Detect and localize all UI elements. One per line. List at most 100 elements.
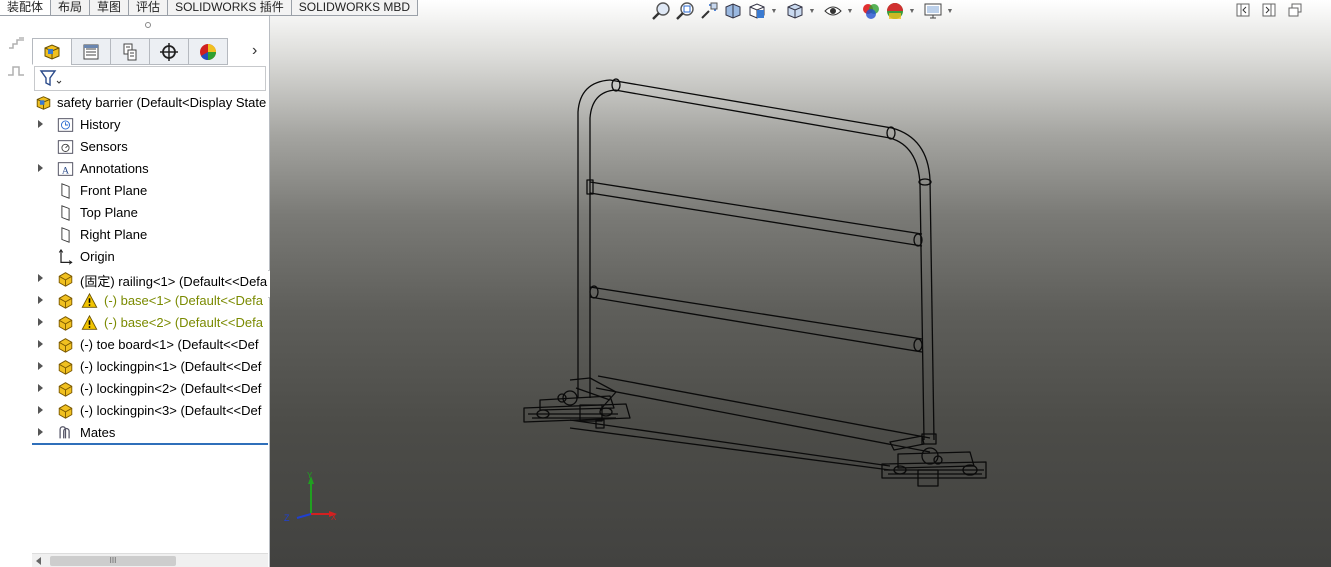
mates-icon: [59, 426, 70, 439]
tab-evaluate[interactable]: 评估: [128, 0, 169, 16]
tree-item[interactable]: Origin: [32, 246, 268, 268]
view-orientation-icon[interactable]: [746, 1, 768, 21]
expand-toggle[interactable]: [38, 296, 43, 304]
tree-item[interactable]: Sensors: [32, 136, 268, 158]
part-icon: [58, 338, 73, 353]
triad-x-label: X: [331, 513, 337, 522]
tree-item-label: (固定) railing<1> (Default<<Defa: [80, 274, 268, 289]
sensors-icon: [57, 140, 74, 154]
triad-y-label: Y: [307, 472, 313, 480]
origin-icon: [58, 248, 73, 265]
tab-solidworks-addins[interactable]: SOLIDWORKS 插件: [167, 0, 292, 16]
scroll-thumb[interactable]: III: [50, 556, 176, 566]
dock-left-icon[interactable]: [1236, 3, 1250, 17]
history-icon: [57, 118, 74, 132]
expand-toggle[interactable]: [38, 318, 43, 326]
expand-toggle[interactable]: [38, 384, 43, 392]
tree-item[interactable]: (固定) railing<1> (Default<<Defa: [32, 268, 268, 290]
tree-item-label: Top Plane: [80, 205, 138, 220]
task-strip: [0, 16, 32, 567]
tree-item-label: Sensors: [80, 139, 128, 154]
filter-icon[interactable]: [39, 69, 63, 89]
part-icon: [58, 272, 73, 287]
view-settings-icon[interactable]: [922, 1, 944, 21]
hide-show-dropdown[interactable]: ▼: [846, 1, 854, 21]
tree-root[interactable]: safety barrier (Default<Display State: [32, 92, 268, 114]
part-icon: [58, 360, 73, 375]
tree-filter[interactable]: [34, 66, 266, 91]
tab-layout[interactable]: 布局: [50, 0, 91, 16]
configuration-manager-icon: [123, 43, 137, 60]
apply-scene-dropdown[interactable]: ▼: [908, 1, 916, 21]
tree-root-label: safety barrier (Default<Display State: [57, 95, 267, 110]
panel-handle[interactable]: [145, 22, 151, 28]
tab-assembly[interactable]: 装配体: [0, 0, 52, 16]
tab-solidworks-mbd[interactable]: SOLIDWORKS MBD: [290, 0, 419, 16]
expand-toggle[interactable]: [38, 274, 43, 282]
tree-item[interactable]: Front Plane: [32, 180, 268, 202]
part-icon: [58, 316, 73, 331]
part-icon: [58, 404, 73, 419]
tree-item[interactable]: A Annotations: [32, 158, 268, 180]
zoom-to-area-icon[interactable]: [674, 1, 696, 21]
plane-icon: [61, 205, 70, 221]
tab-configuration-manager[interactable]: [110, 38, 150, 65]
horizontal-scrollbar[interactable]: III: [32, 553, 268, 567]
tree-item[interactable]: (-) base<2> (Default<<Defa: [32, 312, 268, 334]
tab-featuremanager-tree[interactable]: [32, 38, 72, 65]
tree-item[interactable]: History: [32, 114, 268, 136]
tab-sketch[interactable]: 草图: [89, 0, 130, 16]
more-tabs-button[interactable]: ›: [252, 42, 257, 60]
safety-barrier-model[interactable]: [270, 0, 1331, 567]
featuremanager-tree-icon: [44, 43, 60, 60]
pulse-icon[interactable]: [7, 64, 25, 78]
tab-display-manager[interactable]: [188, 38, 228, 65]
tree-item[interactable]: (-) lockingpin<2> (Default<<Def: [32, 378, 268, 400]
tree-item[interactable]: Mates: [32, 422, 268, 444]
feature-tree: safety barrier (Default<Display State Hi…: [32, 92, 268, 444]
expand-toggle[interactable]: [38, 340, 43, 348]
tab-dimxpert-manager[interactable]: [149, 38, 189, 65]
restore-window-icon[interactable]: [1288, 3, 1302, 17]
apply-scene-icon[interactable]: [884, 1, 906, 21]
triad-z-axis: [296, 513, 312, 519]
tree-item[interactable]: (-) lockingpin<1> (Default<<Def: [32, 356, 268, 378]
expand-toggle[interactable]: [38, 406, 43, 414]
zoom-to-fit-icon[interactable]: [650, 1, 672, 21]
display-style-dropdown[interactable]: ▼: [808, 1, 816, 21]
expand-toggle[interactable]: [38, 164, 43, 172]
expand-toggle[interactable]: [38, 120, 43, 128]
tree-item-label: Front Plane: [80, 183, 148, 198]
hide-show-items-icon[interactable]: [822, 1, 844, 21]
tree-item-label: (-) lockingpin<1> (Default<<Def: [80, 359, 262, 374]
edit-appearance-icon[interactable]: [860, 1, 882, 21]
tree-item-label: Origin: [80, 249, 115, 264]
warning-icon: [81, 292, 98, 308]
section-view-icon[interactable]: [722, 1, 744, 21]
expand-toggle[interactable]: [38, 428, 43, 436]
tree-item-label: (-) toe board<1> (Default<<Def: [80, 337, 259, 352]
tree-item-label: (-) base<2> (Default<<Defa: [104, 315, 263, 330]
view-orientation-dropdown[interactable]: ▼: [770, 1, 778, 21]
dimxpert-manager-icon: [160, 42, 178, 61]
tree-item[interactable]: (-) toe board<1> (Default<<Def: [32, 334, 268, 356]
tree-item[interactable]: Top Plane: [32, 202, 268, 224]
tree-item[interactable]: (-) base<1> (Default<<Defa: [32, 290, 268, 312]
assembly-icon: [36, 96, 51, 110]
tree-item-label: (-) lockingpin<3> (Default<<Def: [80, 403, 262, 418]
warning-icon: [81, 314, 98, 330]
view-settings-dropdown[interactable]: ▼: [946, 1, 954, 21]
smart-mates-icon[interactable]: [7, 36, 25, 50]
property-manager-icon: [83, 44, 99, 59]
tab-property-manager[interactable]: [71, 38, 111, 65]
previous-view-icon[interactable]: [698, 1, 720, 21]
viewport-window-controls: [1236, 3, 1314, 17]
dock-right-icon[interactable]: [1262, 3, 1276, 17]
tree-item[interactable]: Right Plane: [32, 224, 268, 246]
part-icon: [58, 294, 73, 309]
scroll-left-arrow[interactable]: [36, 557, 41, 565]
expand-toggle[interactable]: [38, 362, 43, 370]
tree-item-label: Right Plane: [80, 227, 148, 242]
tree-item[interactable]: (-) lockingpin<3> (Default<<Def: [32, 400, 268, 422]
display-style-icon[interactable]: [784, 1, 806, 21]
